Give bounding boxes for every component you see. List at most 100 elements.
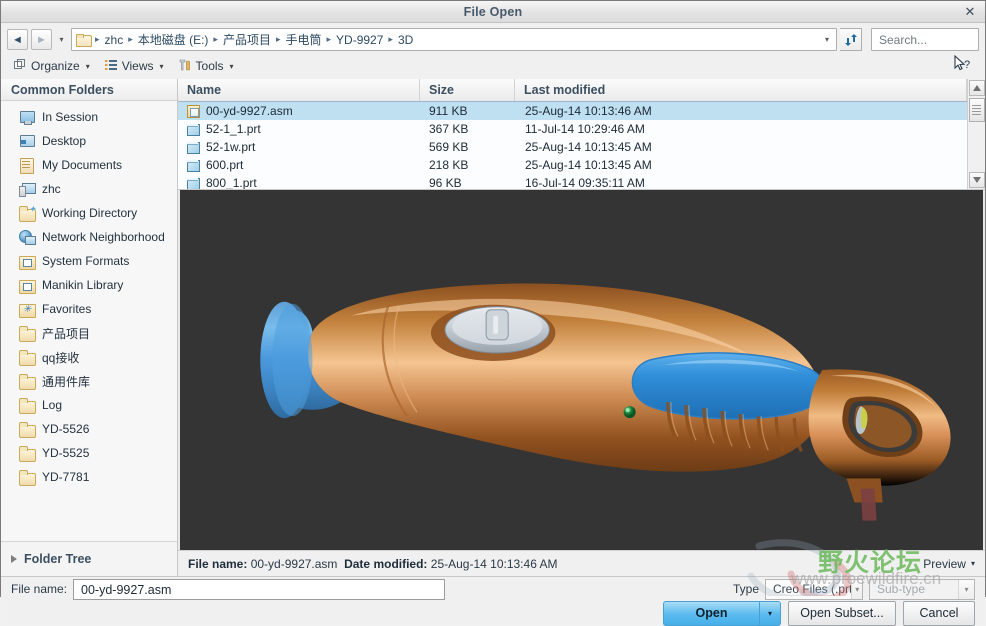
open-subset-button[interactable]: Open Subset... bbox=[788, 601, 896, 626]
cell-size: 911 KB bbox=[420, 104, 515, 118]
folder-icon bbox=[19, 326, 35, 341]
cell-size: 218 KB bbox=[420, 158, 515, 172]
cell-size: 96 KB bbox=[420, 176, 515, 189]
history-dropdown-caret-icon[interactable]: ▾ bbox=[55, 30, 68, 49]
refresh-icon[interactable] bbox=[840, 28, 862, 51]
flashlight-3d-model bbox=[180, 190, 983, 550]
sidebar-item-my-documents[interactable]: My Documents bbox=[1, 153, 177, 177]
monitor-icon bbox=[19, 110, 35, 125]
sidebar-item-desktop[interactable]: Desktop bbox=[1, 129, 177, 153]
sidebar-item-manikin-library[interactable]: Manikin Library bbox=[1, 273, 177, 297]
forward-arrow-icon[interactable]: ► bbox=[31, 29, 52, 50]
sidebar-item-working-directory[interactable]: ✦ Working Directory bbox=[1, 201, 177, 225]
file-name-text: 52-1_1.prt bbox=[206, 122, 261, 136]
breadcrumb-separator: ▸ bbox=[274, 34, 283, 45]
breadcrumb-separator: ▸ bbox=[93, 34, 102, 45]
back-arrow-icon[interactable]: ◄ bbox=[7, 29, 28, 50]
file-name-text: 52-1w.prt bbox=[206, 140, 255, 154]
sidebar-item-yd-5526[interactable]: YD-5526 bbox=[1, 417, 177, 441]
sidebar-item-log[interactable]: Log bbox=[1, 393, 177, 417]
tools-button[interactable]: Tools ▾ bbox=[172, 55, 240, 78]
breadcrumb-item-4[interactable]: YD-9927 bbox=[333, 30, 386, 49]
grip-line bbox=[972, 111, 981, 112]
close-icon[interactable]: ✕ bbox=[961, 3, 979, 21]
table-row[interactable]: 800_1.prt 96 KB 16-Jul-14 09:35:11 AM bbox=[178, 174, 967, 189]
sidebar-item-label: In Session bbox=[42, 110, 98, 124]
table-row[interactable]: 00-yd-9927.asm 911 KB 25-Aug-14 10:13:46… bbox=[178, 102, 967, 120]
sidebar-item-label: qq接收 bbox=[42, 349, 79, 366]
sidebar-item-label: YD-7781 bbox=[42, 470, 89, 484]
folder-star-icon: ✦ bbox=[19, 206, 35, 221]
sidebar-item-tongyongjianku[interactable]: 通用件库 bbox=[1, 369, 177, 393]
cancel-button[interactable]: Cancel bbox=[903, 601, 975, 626]
breadcrumb-item-1[interactable]: 本地磁盘 (E:) bbox=[135, 30, 212, 49]
organize-label: Organize bbox=[31, 59, 80, 73]
cell-modified: 25-Aug-14 10:13:46 AM bbox=[515, 104, 967, 118]
title-bar: File Open ✕ bbox=[1, 1, 985, 23]
sidebar-item-label: My Documents bbox=[42, 158, 122, 172]
search-input[interactable] bbox=[871, 28, 979, 51]
table-row[interactable]: 600.prt 218 KB 25-Aug-14 10:13:45 AM bbox=[178, 156, 967, 174]
sidebar-item-in-session[interactable]: In Session bbox=[1, 105, 177, 129]
scrollbar-track[interactable] bbox=[969, 97, 985, 171]
table-row[interactable]: 52-1_1.prt 367 KB 11-Jul-14 10:29:46 AM bbox=[178, 120, 967, 138]
documents-icon bbox=[19, 158, 35, 173]
cell-name: 52-1w.prt bbox=[178, 140, 420, 154]
chevron-down-icon: ▾ bbox=[86, 62, 90, 71]
scroll-down-icon[interactable] bbox=[969, 172, 985, 188]
sidebar-item-system-formats[interactable]: System Formats bbox=[1, 249, 177, 273]
sidebar-item-chanpinxiangmu[interactable]: 产品项目 bbox=[1, 321, 177, 345]
file-name-label: File name: bbox=[11, 582, 67, 596]
open-split-button[interactable]: Open ▾ bbox=[663, 601, 781, 626]
folder-tree-toggle[interactable]: Folder Tree bbox=[1, 541, 177, 576]
column-header-size[interactable]: Size bbox=[420, 79, 515, 101]
subtype-dropdown[interactable]: Sub-type ▾ bbox=[869, 579, 975, 600]
breadcrumb-item-0[interactable]: zhc bbox=[102, 30, 127, 49]
sidebar-item-network-neighborhood[interactable]: Network Neighborhood bbox=[1, 225, 177, 249]
chevron-down-icon[interactable]: ▾ bbox=[820, 30, 834, 50]
triangle-right-icon bbox=[11, 555, 17, 563]
open-dropdown-caret-icon[interactable]: ▾ bbox=[759, 601, 781, 626]
breadcrumb-separator: ▸ bbox=[386, 34, 395, 45]
sidebar-item-yd-5525[interactable]: YD-5525 bbox=[1, 441, 177, 465]
sidebar: Common Folders In Session Desktop My Doc… bbox=[1, 79, 178, 576]
model-preview[interactable] bbox=[178, 190, 985, 550]
organize-button[interactable]: Organize ▾ bbox=[7, 55, 96, 78]
search-field[interactable] bbox=[877, 32, 973, 48]
sidebar-item-label: 产品项目 bbox=[42, 325, 90, 342]
breadcrumb-item-2[interactable]: 产品项目 bbox=[220, 30, 274, 49]
preview-status-bar: File name: 00-yd-9927.asm Date modified:… bbox=[178, 550, 985, 576]
sidebar-item-favorites[interactable]: ✳ Favorites bbox=[1, 297, 177, 321]
sidebar-item-zhc[interactable]: zhc bbox=[1, 177, 177, 201]
breadcrumb-item-3[interactable]: 手电筒 bbox=[283, 30, 325, 49]
breadcrumb-item-5[interactable]: 3D bbox=[395, 30, 416, 49]
sidebar-item-label: YD-5525 bbox=[42, 446, 89, 460]
column-header-name[interactable]: Name bbox=[178, 79, 420, 101]
file-name-input[interactable] bbox=[73, 579, 445, 600]
views-button[interactable]: Views ▾ bbox=[98, 55, 170, 78]
file-list-scrollbar[interactable] bbox=[967, 79, 985, 189]
open-button[interactable]: Open bbox=[663, 601, 759, 626]
table-row[interactable]: 52-1w.prt 569 KB 25-Aug-14 10:13:45 AM bbox=[178, 138, 967, 156]
folder-icon bbox=[19, 470, 35, 485]
preview-toggle-button[interactable]: Preview ▾ bbox=[923, 557, 975, 571]
part-file-icon bbox=[186, 140, 200, 154]
column-header-last-modified[interactable]: Last modified bbox=[515, 79, 967, 101]
svg-text:?: ? bbox=[964, 59, 970, 71]
type-dropdown[interactable]: Creo Files (.prt, .asm) ▾ bbox=[765, 579, 863, 600]
sidebar-item-label: Desktop bbox=[42, 134, 86, 148]
breadcrumb[interactable]: ▸ zhc ▸ 本地磁盘 (E:) ▸ 产品项目 ▸ 手电筒 ▸ YD-9927… bbox=[71, 28, 837, 51]
breadcrumb-separator: ▸ bbox=[211, 34, 220, 45]
breadcrumb-separator: ▸ bbox=[126, 34, 135, 45]
chevron-down-icon[interactable]: ▾ bbox=[851, 580, 862, 599]
scrollbar-thumb[interactable] bbox=[969, 98, 985, 122]
file-list: Name Size Last modified 00-yd-9927.asm 9… bbox=[178, 79, 985, 190]
scroll-up-icon[interactable] bbox=[969, 80, 985, 96]
sidebar-item-label: Network Neighborhood bbox=[42, 230, 165, 244]
sidebar-item-yd-7781[interactable]: YD-7781 bbox=[1, 465, 177, 489]
file-name-field[interactable] bbox=[79, 580, 443, 601]
type-label: Type bbox=[733, 582, 759, 596]
sidebar-item-qq-jieshou[interactable]: qq接收 bbox=[1, 345, 177, 369]
sidebar-item-label: System Formats bbox=[42, 254, 129, 268]
chevron-down-icon[interactable]: ▾ bbox=[958, 580, 974, 599]
